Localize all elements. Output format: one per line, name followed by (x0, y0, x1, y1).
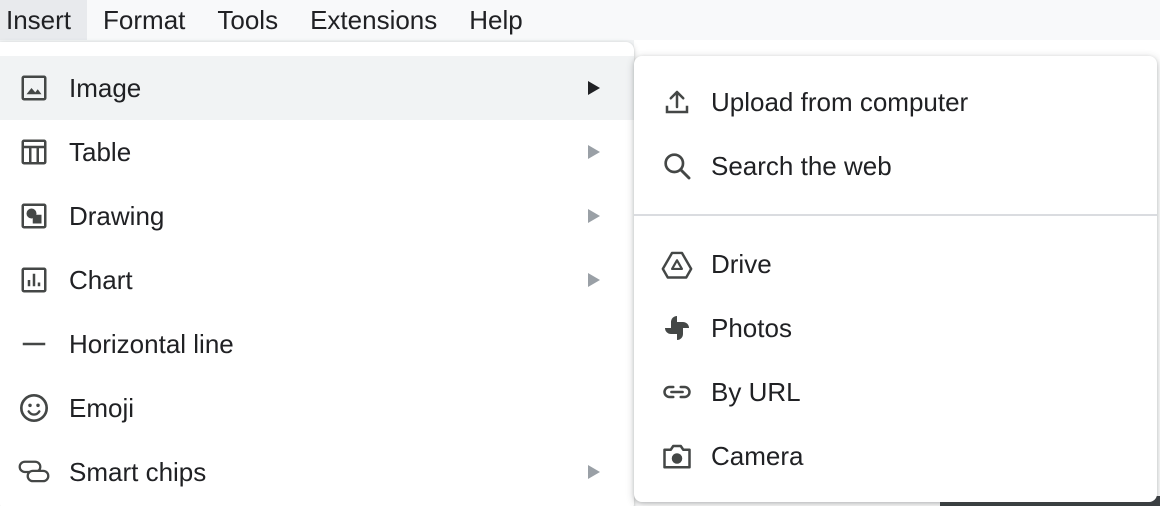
emoji-icon (18, 392, 50, 424)
insert-menu-item-image[interactable]: Image (0, 56, 634, 120)
submenu-arrow-icon (584, 140, 604, 164)
image-submenu-item-label: Upload from computer (711, 86, 969, 117)
image-submenu-item-label: Drive (711, 248, 772, 279)
submenu-divider (634, 214, 1157, 216)
submenu-arrow-icon (584, 268, 604, 292)
menu-help[interactable]: Help (453, 0, 538, 40)
upload-icon (660, 86, 694, 118)
image-submenu-item-label: Camera (711, 440, 804, 471)
insert-menu-item-label: Horizontal line (69, 328, 234, 359)
image-submenu-photos[interactable]: Photos (634, 296, 1157, 360)
image-submenu-item-label: Search the web (711, 150, 892, 181)
image-submenu: Upload from computer Search the web Driv… (634, 56, 1157, 502)
drive-icon (660, 248, 694, 280)
horizontal-line-icon (18, 328, 50, 360)
link-icon (660, 376, 694, 408)
image-submenu-by-url[interactable]: By URL (634, 360, 1157, 424)
drawing-icon (18, 200, 50, 232)
smart-chips-icon (18, 456, 50, 488)
insert-menu-item-drawing[interactable]: Drawing (0, 184, 634, 248)
submenu-arrow-icon (584, 76, 604, 100)
camera-icon (660, 440, 694, 472)
image-submenu-upload-from-computer[interactable]: Upload from computer (634, 70, 1157, 134)
submenu-arrow-icon (584, 204, 604, 228)
search-icon (660, 150, 694, 182)
image-submenu-search-the-web[interactable]: Search the web (634, 134, 1157, 198)
table-icon (18, 136, 50, 168)
insert-menu-item-emoji[interactable]: Emoji (0, 376, 634, 440)
insert-menu-item-horizontal-line[interactable]: Horizontal line (0, 312, 634, 376)
menu-format[interactable]: Format (87, 0, 201, 40)
insert-menu-item-smart-chips[interactable]: Smart chips (0, 440, 634, 504)
photos-icon (660, 312, 694, 344)
image-icon (18, 72, 50, 104)
insert-menu-item-label: Drawing (69, 200, 165, 231)
insert-menu-item-label: Image (69, 72, 142, 103)
menu-extensions[interactable]: Extensions (294, 0, 453, 40)
app-window: Insert Format Tools Extensions Help Imag… (0, 0, 1160, 506)
insert-menu-item-label: Chart (69, 264, 133, 295)
menu-bar: Insert Format Tools Extensions Help (0, 0, 1160, 40)
insert-menu-item-label: Emoji (69, 392, 135, 423)
insert-menu-dropdown: Image Table Drawing Chart Horizontal lin… (0, 42, 634, 506)
chart-icon (18, 264, 50, 296)
menu-insert[interactable]: Insert (0, 0, 88, 40)
submenu-arrow-icon (584, 460, 604, 484)
insert-menu-item-label: Table (69, 136, 132, 167)
image-submenu-item-label: By URL (711, 376, 801, 407)
insert-menu-item-chart[interactable]: Chart (0, 248, 634, 312)
image-submenu-item-label: Photos (711, 312, 792, 343)
menu-tools[interactable]: Tools (201, 0, 294, 40)
insert-menu-item-label: Smart chips (69, 456, 207, 487)
image-submenu-drive[interactable]: Drive (634, 232, 1157, 296)
insert-menu-item-table[interactable]: Table (0, 120, 634, 184)
image-submenu-camera[interactable]: Camera (634, 424, 1157, 488)
